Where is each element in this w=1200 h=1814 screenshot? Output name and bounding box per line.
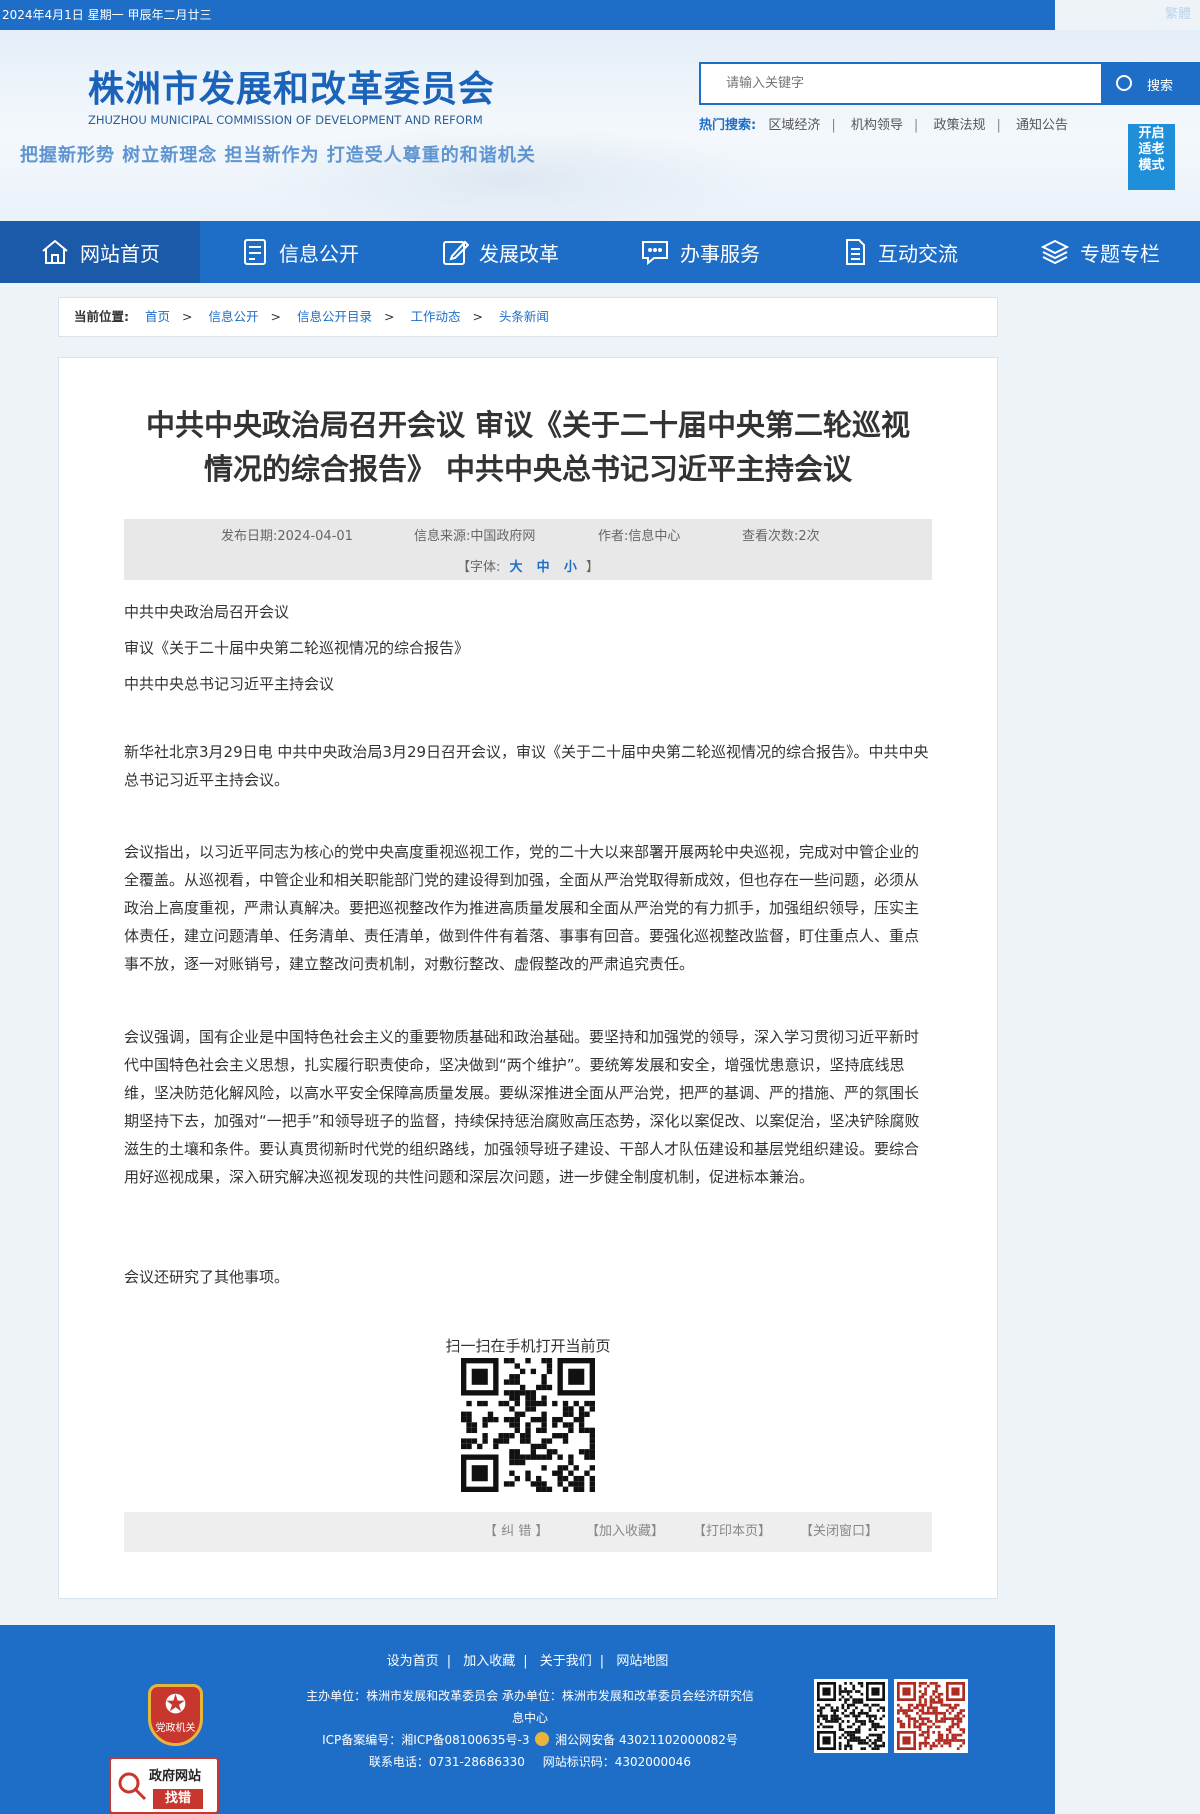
info-source: 信息来源:中国政府网	[414, 529, 536, 544]
footer-qr-code	[814, 1679, 888, 1753]
footer-qr-code	[894, 1679, 968, 1753]
nav-item-interaction[interactable]: 互动交流	[800, 221, 1000, 283]
nav-item-special-topics[interactable]: 专题专栏	[1000, 221, 1200, 283]
hot-search: 热门搜索: 区域经济 | 机构领导 | 政策法规 | 通知公告	[699, 118, 1068, 133]
icp-link[interactable]: ICP备案编号：湘ICP备08100635号-3	[322, 1733, 529, 1747]
layers-icon	[1040, 239, 1070, 265]
breadcrumb-link[interactable]: 工作动态	[410, 309, 460, 324]
sponsor-info: 主办单位：株洲市发展和改革委员会 承办单位：株洲市发展和改革委员会经济研究信 息…	[306, 1689, 754, 1725]
subhead: 中共中央总书记习近平主持会议	[124, 675, 335, 693]
traditional-chinese-link[interactable]: 繁體	[1165, 0, 1191, 30]
site-slogan: 把握新形势 树立新理念 担当新作为 打造受人尊重的和谐机关	[20, 145, 536, 166]
article-paragraph: 新华社北京3月29日电 中共中央政治局3月29日召开会议，审议《关于二十届中央第…	[124, 743, 929, 789]
hot-search-label: 热门搜索:	[699, 118, 757, 133]
hot-search-link[interactable]: 机构领导	[851, 118, 903, 133]
elderly-mode-button[interactable]: 开启 适老 模式	[1128, 124, 1175, 190]
search-icon	[1116, 75, 1132, 91]
breadcrumb-label: 当前位置:	[74, 309, 129, 324]
police-icon	[535, 1732, 550, 1746]
subhead: 审议《关于二十届中央第二轮巡视情况的综合报告》	[124, 639, 470, 657]
author: 作者:信息中心	[598, 529, 681, 544]
top-date-bar: 2024年4月1日 星期一 甲辰年二月廿三	[0, 0, 1055, 30]
search-button[interactable]: 搜索	[1101, 62, 1200, 105]
article-paragraph: 会议强调，国有企业是中国特色社会主义的重要物质基础和政治基础。要坚持和加强党的领…	[124, 1028, 920, 1186]
article-paragraph: 会议还研究了其他事项。	[124, 1268, 290, 1286]
hot-search-link[interactable]: 政策法规	[933, 118, 985, 133]
chat-icon	[642, 241, 668, 266]
icp-info: ICP备案编号：湘ICP备08100635号-3 湘公网安备 430211020…	[290, 1729, 770, 1751]
hot-search-link[interactable]: 通知公告	[1016, 118, 1068, 133]
breadcrumb-link[interactable]: 信息公开目录	[297, 309, 372, 324]
footer-link[interactable]: 关于我们	[540, 1654, 592, 1669]
search-box	[699, 62, 1103, 105]
site-logo-title[interactable]: 株洲市发展和改革委员会	[88, 60, 495, 112]
breadcrumb-link[interactable]: 信息公开	[208, 309, 258, 324]
emblem-icon: ✪	[164, 1690, 187, 1720]
page-qr-code	[461, 1358, 595, 1492]
main-nav: 网站首页 信息公开 发展改革 办事服务 互动交流 专题专栏	[0, 221, 1200, 283]
print-page-link[interactable]: 【打印本页】	[693, 1512, 771, 1552]
nav-item-services[interactable]: 办事服务	[600, 221, 800, 283]
site-footer: 设为首页 | 加入收藏 | 关于我们 | 网站地图 ✪ 党政机关 政府网站 找错 主办…	[0, 1625, 1055, 1814]
footer-link[interactable]: 设为首页	[387, 1654, 439, 1669]
magnifier-icon	[118, 1772, 147, 1801]
breadcrumb: 当前位置: 首页 > 信息公开 > 信息公开目录 > 工作动态 > 头条新闻	[58, 297, 998, 337]
footer-links: 设为首页 | 加入收藏 | 关于我们 | 网站地图	[386, 1654, 669, 1669]
article-meta: 发布日期:2024-04-01 信息来源:中国政府网 作者:信息中心 查看次数:…	[124, 519, 932, 580]
nav-item-home[interactable]: 网站首页	[0, 221, 200, 283]
find-error-badge[interactable]: 政府网站 找错	[109, 1757, 219, 1814]
search-button-label: 搜索	[1147, 79, 1174, 94]
report-error-link[interactable]: 【 纠 错 】	[484, 1512, 548, 1552]
article-actions: 【 纠 错 】 【加入收藏】 【打印本页】 【关闭窗口】	[124, 1512, 932, 1552]
article-paragraph: 会议指出，以习近平同志为核心的党中央高度重视巡视工作，党的二十大以来部署开展两轮…	[124, 843, 920, 973]
document-list-icon	[244, 239, 266, 265]
hot-search-link[interactable]: 区域经济	[768, 118, 820, 133]
close-window-link[interactable]: 【关闭窗口】	[800, 1512, 878, 1552]
view-count: 查看次数:2次	[742, 529, 820, 544]
article-title: 中共中央政治局召开会议 审议《关于二十届中央第二轮巡视 情况的综合报告》 中共中…	[145, 408, 911, 486]
footer-link[interactable]: 加入收藏	[463, 1654, 515, 1669]
date-text: 2024年4月1日 星期一 甲辰年二月廿三	[2, 8, 212, 22]
nav-item-info-disclosure[interactable]: 信息公开	[200, 221, 400, 283]
edit-icon	[443, 240, 469, 265]
file-text-icon	[846, 239, 865, 265]
qr-caption: 扫一扫在手机打开当前页	[445, 1337, 611, 1355]
header-background-decoration	[250, 125, 770, 221]
breadcrumb-link[interactable]: 头条新闻	[499, 309, 549, 324]
breadcrumb-link[interactable]: 首页	[145, 309, 170, 324]
subhead: 中共中央政治局召开会议	[124, 603, 290, 621]
home-icon	[42, 239, 68, 264]
footer-link[interactable]: 网站地图	[616, 1654, 668, 1669]
nav-item-development-reform[interactable]: 发展改革	[400, 221, 600, 283]
font-size-small[interactable]: 小	[564, 560, 577, 575]
add-favorite-link[interactable]: 【加入收藏】	[586, 1512, 664, 1552]
publish-date: 发布日期:2024-04-01	[221, 529, 353, 544]
search-input[interactable]	[701, 64, 1101, 103]
party-government-badge[interactable]: ✪ 党政机关	[148, 1684, 203, 1746]
contact-info: 联系电话：0731-28686330 网站标识码：4302000046	[368, 1755, 692, 1769]
article-subheads: 中共中央政治局召开会议 审议《关于二十届中央第二轮巡视情况的综合报告》 中共中央…	[124, 594, 932, 702]
police-record-link[interactable]: 湘公网安备 43021102000082号	[555, 1733, 738, 1747]
site-logo-subtitle: ZHUZHOU MUNICIPAL COMMISSION OF DEVELOPM…	[88, 113, 483, 127]
font-size-medium[interactable]: 中	[537, 560, 550, 575]
font-size-large[interactable]: 大	[510, 560, 523, 575]
